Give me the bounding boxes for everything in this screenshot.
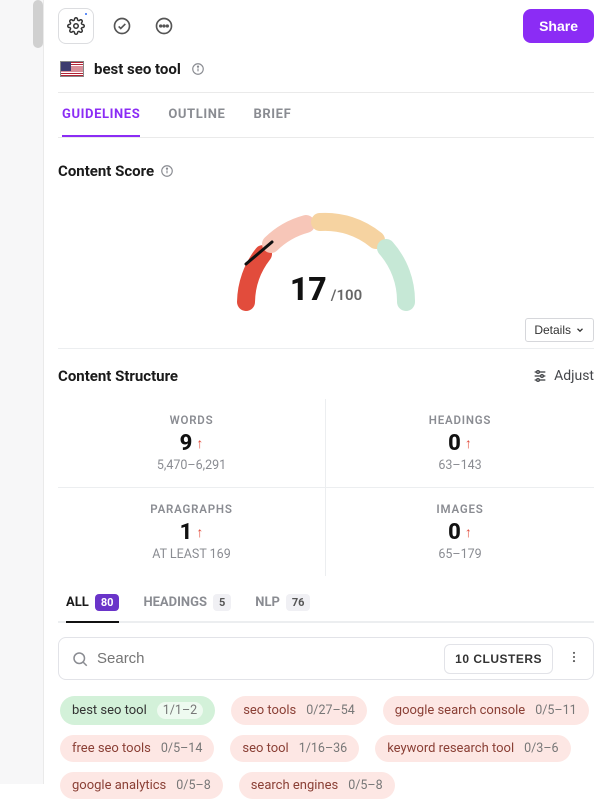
metric-value: 1	[180, 520, 193, 545]
metric-paragraphs: PARAGRAPHS 1↑ AT LEAST 169	[58, 488, 326, 576]
details-button[interactable]: Details	[525, 318, 594, 342]
term-tab-headings[interactable]: HEADINGS 5	[143, 594, 231, 623]
adjust-label: Adjust	[554, 368, 594, 384]
term-pill[interactable]: google analytics 0/5–8	[60, 772, 223, 799]
term-range: 0/5–8	[176, 778, 210, 793]
metric-range: 65–179	[334, 547, 586, 562]
more-button[interactable]	[150, 12, 178, 40]
left-gutter	[0, 0, 44, 784]
check-button[interactable]	[108, 12, 136, 40]
tab-outline[interactable]: OUTLINE	[168, 93, 225, 137]
term-tab-count: 80	[95, 594, 120, 611]
metric-images: IMAGES 0↑ 65–179	[326, 488, 594, 576]
term-range: 0/5–11	[535, 703, 576, 718]
settings-button[interactable]	[58, 8, 94, 44]
score-value: 17	[290, 270, 327, 308]
term-tab-count: 76	[286, 594, 311, 611]
keyword-row: best seo tool	[58, 52, 594, 92]
metric-value: 9	[180, 431, 193, 456]
term-range: 1/16–36	[299, 741, 348, 756]
score-gauge: 17 /100	[216, 192, 436, 312]
term-text: seo tools	[243, 703, 296, 718]
metric-label: HEADINGS	[334, 413, 586, 427]
details-label: Details	[534, 323, 571, 337]
search-icon	[71, 650, 89, 668]
main-tabs: GUIDELINES OUTLINE BRIEF	[58, 92, 594, 138]
term-range: 1/1–2	[157, 702, 203, 719]
term-text: free seo tools	[72, 741, 151, 756]
content-score-title: Content Score	[58, 138, 594, 180]
term-pills: best seo tool 1/1–2 seo tools 0/27–54 google…	[58, 680, 594, 799]
term-pill[interactable]: free seo tools 0/5–14	[60, 735, 214, 762]
more-horizontal-icon	[154, 16, 174, 36]
clusters-button[interactable]: 10 CLUSTERS	[444, 644, 553, 674]
arrow-up-icon: ↑	[465, 524, 472, 541]
adjust-button[interactable]: Adjust	[532, 368, 594, 384]
term-tab-label: HEADINGS	[143, 595, 207, 610]
arrow-up-icon: ↑	[465, 435, 472, 452]
term-pill[interactable]: seo tools 0/27–54	[231, 696, 367, 725]
term-pill[interactable]: google search console 0/5–11	[383, 696, 589, 725]
tab-guidelines[interactable]: GUIDELINES	[62, 93, 140, 137]
tab-brief[interactable]: BRIEF	[253, 93, 291, 137]
gear-icon	[67, 17, 85, 35]
us-flag-icon	[60, 61, 84, 77]
metric-headings: HEADINGS 0↑ 63–143	[326, 399, 594, 488]
term-text: search engines	[251, 778, 338, 793]
term-text: best seo tool	[72, 703, 147, 718]
term-tab-count: 5	[213, 594, 231, 611]
term-pill[interactable]: search engines 0/5–8	[239, 772, 395, 799]
more-vertical-icon	[567, 650, 581, 664]
term-text: seo tool	[242, 741, 288, 756]
term-tab-label: NLP	[255, 595, 280, 610]
term-tab-nlp[interactable]: NLP 76	[255, 594, 310, 623]
search-more-button[interactable]	[561, 649, 587, 668]
arrow-up-icon: ↑	[196, 435, 203, 452]
score-max: /100	[331, 286, 362, 304]
check-circle-icon	[112, 16, 132, 36]
main-panel: Share best seo tool GUIDELINES OUTLINE B…	[44, 0, 608, 784]
term-pill[interactable]: best seo tool 1/1–2	[60, 696, 215, 725]
search-input[interactable]	[97, 642, 436, 675]
term-pill[interactable]: seo tool 1/16–36	[230, 735, 359, 762]
term-tab-all[interactable]: ALL 80	[66, 594, 119, 623]
search-bar: 10 CLUSTERS	[58, 637, 594, 680]
top-bar: Share	[58, 0, 594, 52]
notification-dot	[83, 11, 89, 17]
keyword-text: best seo tool	[94, 60, 181, 78]
metric-label: WORDS	[66, 413, 317, 427]
info-icon[interactable]	[191, 62, 205, 76]
info-icon[interactable]	[160, 164, 174, 178]
term-text: keyword research tool	[387, 741, 514, 756]
content-score-label: Content Score	[58, 162, 154, 180]
metrics-grid: WORDS 9↑ 5,470–6,291 HEADINGS 0↑ 63–143 …	[58, 399, 594, 576]
term-range: 0/5–14	[161, 741, 202, 756]
metric-label: PARAGRAPHS	[66, 502, 317, 516]
sliders-icon	[532, 368, 548, 384]
term-range: 0/3–6	[524, 741, 558, 756]
term-tab-label: ALL	[66, 595, 89, 610]
term-range: 0/27–54	[306, 703, 355, 718]
term-pill[interactable]: keyword research tool 0/3–6	[375, 735, 570, 762]
term-text: google search console	[395, 703, 525, 718]
chevron-down-icon	[575, 325, 585, 335]
term-tabs: ALL 80 HEADINGS 5 NLP 76	[58, 576, 594, 623]
scrollbar-thumb[interactable]	[33, 0, 43, 48]
metric-range: 5,470–6,291	[66, 458, 317, 473]
term-text: google analytics	[72, 778, 166, 793]
content-structure-title: Content Structure	[58, 367, 178, 385]
share-button[interactable]: Share	[523, 9, 594, 43]
term-range: 0/5–8	[348, 778, 382, 793]
metric-value: 0	[448, 431, 461, 456]
metric-words: WORDS 9↑ 5,470–6,291	[58, 399, 326, 488]
metric-range: 63–143	[334, 458, 586, 473]
metric-label: IMAGES	[334, 502, 586, 516]
metric-range: AT LEAST 169	[66, 547, 317, 562]
arrow-up-icon: ↑	[196, 524, 203, 541]
metric-value: 0	[448, 520, 461, 545]
